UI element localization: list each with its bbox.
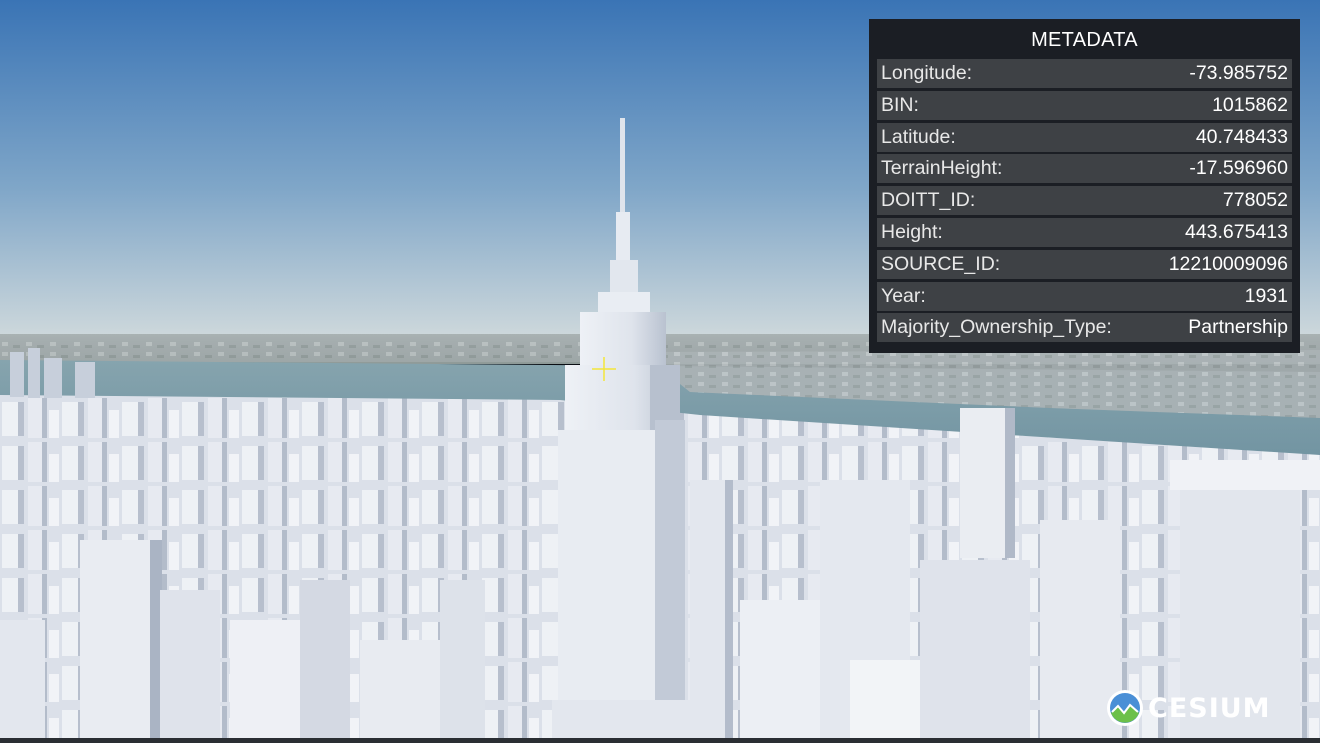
metadata-title: METADATA bbox=[1031, 29, 1138, 51]
metadata-panel: METADATA Longitude: -73.985752 BIN: 1015… bbox=[869, 19, 1300, 353]
viewport[interactable]: METADATA Longitude: -73.985752 BIN: 1015… bbox=[0, 0, 1320, 743]
metadata-value: 12210009096 bbox=[1168, 252, 1288, 275]
metadata-value: 1931 bbox=[1244, 284, 1288, 307]
metadata-value: 443.675413 bbox=[1184, 220, 1288, 243]
metadata-value: -17.596960 bbox=[1189, 157, 1288, 180]
cesium-globe-icon bbox=[1107, 690, 1143, 726]
metadata-value: 778052 bbox=[1222, 189, 1288, 212]
metadata-key: SOURCE_ID: bbox=[881, 252, 1001, 275]
metadata-row-year: Year: 1931 bbox=[877, 281, 1292, 311]
metadata-key: BIN: bbox=[881, 93, 919, 116]
metadata-key: Longitude: bbox=[881, 62, 973, 84]
metadata-value: 40.748433 bbox=[1195, 125, 1288, 148]
metadata-key: Latitude: bbox=[881, 125, 956, 148]
metadata-value: 1015862 bbox=[1212, 93, 1288, 116]
metadata-key: DOITT_ID: bbox=[881, 189, 976, 212]
metadata-row-source-id: SOURCE_ID: 12210009096 bbox=[877, 249, 1292, 279]
metadata-row-height: Height: 443.675413 bbox=[877, 217, 1292, 247]
metadata-key: Majority_Ownership_Type: bbox=[881, 316, 1112, 339]
metadata-row-longitude: Longitude: -73.985752 bbox=[877, 59, 1292, 88]
metadata-row-doitt-id: DOITT_ID: 778052 bbox=[877, 186, 1292, 216]
cesium-logo-text: CESIUM bbox=[1148, 692, 1271, 724]
metadata-value: -73.985752 bbox=[1189, 62, 1288, 84]
crosshair-icon bbox=[592, 357, 616, 381]
metadata-row-bin: BIN: 1015862 bbox=[877, 90, 1292, 120]
metadata-key: Year: bbox=[881, 284, 926, 307]
metadata-key: TerrainHeight: bbox=[881, 157, 1003, 180]
metadata-value: Partnership bbox=[1188, 316, 1288, 339]
metadata-row-ownership-type: Majority_Ownership_Type: Partnership bbox=[877, 313, 1292, 343]
metadata-row-latitude: Latitude: 40.748433 bbox=[877, 122, 1292, 152]
metadata-row-terrain-height: TerrainHeight: -17.596960 bbox=[877, 154, 1292, 184]
cesium-logo: CESIUM bbox=[1106, 688, 1271, 728]
metadata-key: Height: bbox=[881, 220, 943, 243]
